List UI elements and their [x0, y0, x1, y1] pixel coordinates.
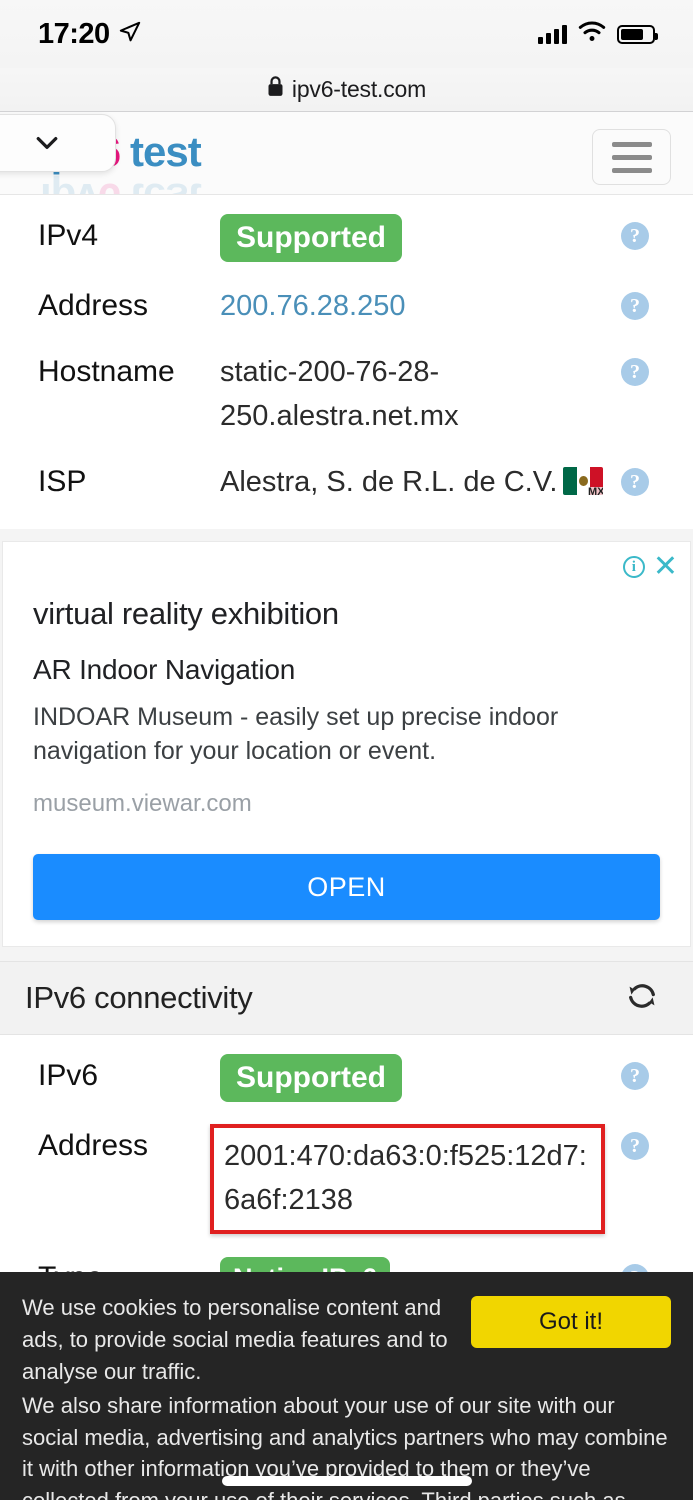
advertisement-container: i ✕ virtual reality exhibition AR Indoor…: [0, 529, 693, 961]
table-row: Address 2001:470:da63:0:f525:12d7:6a6f:2…: [0, 1113, 693, 1245]
wifi-icon: [578, 21, 606, 47]
cookie-accept-button[interactable]: Got it!: [471, 1296, 671, 1348]
ad-close-icon[interactable]: ✕: [653, 552, 678, 582]
help-cell[interactable]: ?: [615, 214, 655, 250]
row-label: IPv6: [38, 1059, 99, 1092]
ad-headline[interactable]: virtual reality exhibition: [33, 596, 660, 632]
ad-info-icon[interactable]: i: [622, 556, 645, 578]
home-indicator: [221, 1476, 472, 1486]
row-value: 2001:470:da63:0:f525:12d7:6a6f:2138: [210, 1124, 615, 1234]
help-cell[interactable]: ?: [615, 350, 655, 386]
row-label: IPv4: [38, 219, 99, 252]
row-label: Address: [38, 1129, 149, 1162]
isp-name: Alestra, S. de R.L. de C.V.: [220, 466, 558, 498]
battery-icon: [617, 24, 658, 44]
section-title: IPv6 connectivity: [25, 980, 253, 1015]
autofill-dropdown-popup[interactable]: [0, 114, 116, 172]
ipv6-section-header: IPv6 connectivity: [0, 961, 693, 1035]
phone-screen: 17:20 ipv6-test.com test IPv4 Supported …: [0, 0, 693, 1500]
ios-status-bar: 17:20: [0, 0, 693, 68]
help-cell[interactable]: ?: [615, 1054, 655, 1090]
ad-controls[interactable]: i ✕: [622, 552, 678, 582]
table-row: Address 200.76.28.250 ?: [0, 273, 693, 339]
hostname-value: static-200-76-28-250.alestra.net.mx: [220, 356, 459, 432]
cellular-signal-icon: [538, 24, 567, 44]
row-label: Hostname: [38, 355, 175, 388]
logo-test: test: [130, 128, 202, 175]
hamburger-menu-icon[interactable]: [592, 129, 671, 185]
help-icon[interactable]: ?: [621, 468, 649, 496]
help-icon[interactable]: ?: [621, 358, 649, 386]
ad-description: INDOAR Museum - easily set up precise in…: [33, 703, 559, 765]
row-value: Supported: [220, 1054, 615, 1102]
ad-subheadline[interactable]: AR Indoor Navigation: [33, 654, 660, 686]
google-ad[interactable]: i ✕ virtual reality exhibition AR Indoor…: [2, 541, 691, 947]
lock-icon: [267, 76, 284, 103]
isp-value: Alestra, S. de R.L. de C.V. MX: [220, 460, 615, 504]
cookie-consent-banner: We use cookies to personalise content an…: [0, 1272, 693, 1500]
row-label: Address: [38, 289, 149, 322]
row-label: ISP: [38, 465, 87, 498]
ipv6-address-highlight-box[interactable]: 2001:470:da63:0:f525:12d7:6a6f:2138: [210, 1124, 605, 1234]
location-arrow-icon: [119, 21, 141, 48]
status-badge: Supported: [220, 1054, 402, 1102]
refresh-icon[interactable]: [625, 979, 659, 1018]
status-badge: Supported: [220, 214, 402, 262]
table-row: IPv6 Supported ?: [0, 1043, 693, 1113]
table-row: ISP Alestra, S. de R.L. de C.V. MX ?: [0, 449, 693, 515]
ad-display-url: museum.viewar.com: [33, 790, 252, 817]
mexico-flag-icon: MX: [563, 467, 604, 495]
help-cell[interactable]: ?: [615, 460, 655, 496]
flag-country-code: MX: [586, 487, 604, 495]
url-text: ipv6-test.com: [291, 76, 427, 102]
help-icon[interactable]: ?: [621, 1132, 649, 1160]
ipv4-info-table: IPv4 Supported ? Address 200.76.28.250 ?…: [0, 195, 693, 529]
row-value: Supported: [220, 214, 615, 262]
ad-open-button[interactable]: OPEN: [33, 854, 660, 920]
cookie-text-primary: We use cookies to personalise content an…: [22, 1295, 448, 1384]
site-header: ipv6test ipv6test: [0, 112, 693, 195]
logo-reflection: ipv6test: [40, 174, 201, 194]
table-row: IPv4 Supported ?: [0, 203, 693, 273]
table-row: Hostname static-200-76-28-250.alestra.ne…: [0, 339, 693, 449]
ipv4-address-value[interactable]: 200.76.28.250: [220, 284, 615, 328]
help-cell[interactable]: ?: [615, 284, 655, 320]
help-icon[interactable]: ?: [621, 1062, 649, 1090]
chevron-down-icon[interactable]: [32, 128, 62, 158]
help-icon[interactable]: ?: [621, 222, 649, 250]
browser-url-bar[interactable]: ipv6-test.com: [0, 68, 693, 112]
help-icon[interactable]: ?: [621, 292, 649, 320]
status-time: 17:20: [38, 17, 110, 50]
help-cell[interactable]: ?: [615, 1124, 655, 1160]
ipv6-address-value[interactable]: 2001:470:da63:0:f525:12d7:6a6f:2138: [224, 1140, 587, 1216]
